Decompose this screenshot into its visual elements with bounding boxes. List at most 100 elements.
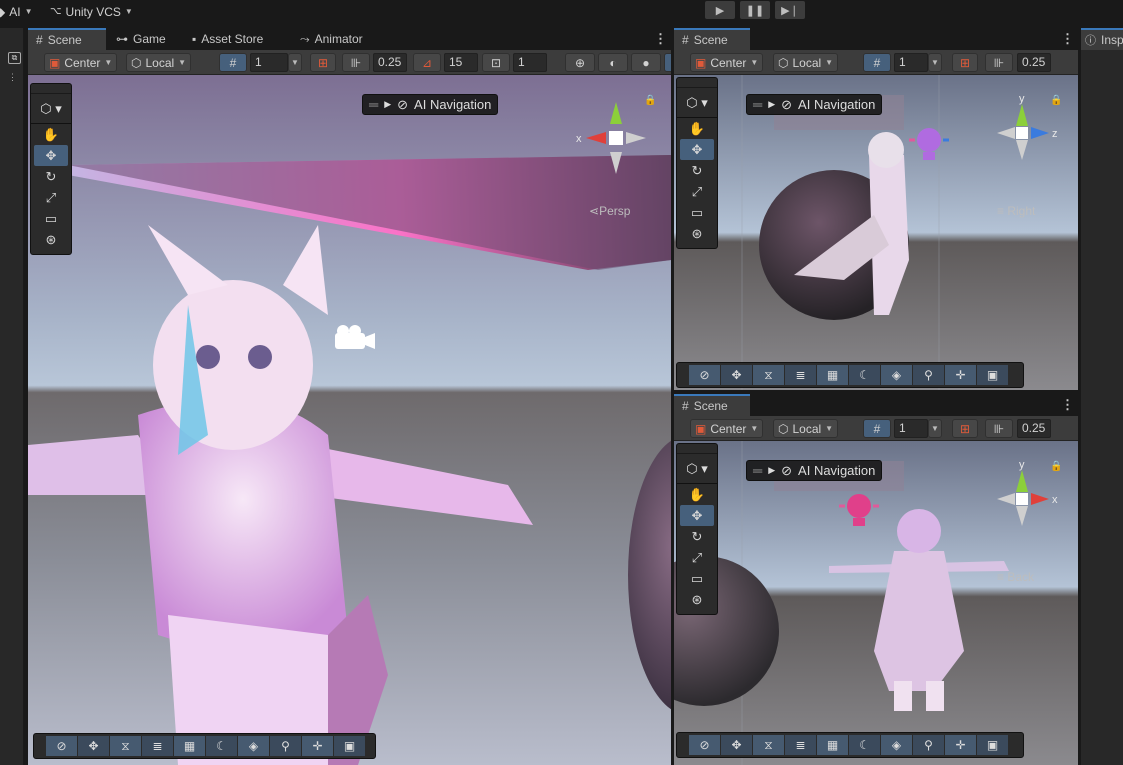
pivot-toggle[interactable]: ✛ — [945, 735, 976, 755]
move-tool[interactable]: ✥ — [680, 505, 714, 526]
rect-tool[interactable]: ▭ — [680, 568, 714, 589]
move-snap-button[interactable]: ⊪ — [342, 53, 370, 72]
grid-visibility-toggle[interactable]: ▦ — [174, 736, 205, 756]
vcs-dropdown[interactable]: ⌥ Unity VCS ▼ — [50, 3, 133, 20]
pivot-toggle[interactable]: ✛ — [302, 736, 333, 756]
shading-toggle[interactable]: ☾ — [206, 736, 237, 756]
move-snap-button[interactable]: ⊪ — [985, 53, 1013, 72]
grid-toggle[interactable]: # — [219, 53, 247, 72]
rect-tool[interactable]: ▭ — [680, 202, 714, 223]
scene-viewport[interactable]: ⬡ ▾ ✋ ✥ ↻ ⤢ ▭ ⊛ ═ ▶ ⊘ AI Navigation x 🔒 … — [28, 75, 671, 765]
grid-size-field[interactable]: 1 — [894, 53, 928, 72]
search-button[interactable]: ⚲ — [913, 735, 944, 755]
projection-label[interactable]: ⋖Persp — [589, 204, 630, 218]
tab-inspector[interactable]: ⓘ Insp — [1081, 28, 1123, 50]
transform-tool[interactable]: ⊛ — [34, 229, 68, 250]
layers-toggle[interactable]: ◈ — [881, 365, 912, 385]
restore-icon[interactable]: ⧉ — [8, 52, 21, 64]
ai-navigation-overlay[interactable]: ═ ▶ ⊘ AI Navigation — [362, 94, 499, 115]
draw-mode-button[interactable]: ⊘ — [689, 735, 720, 755]
tab-asset-store[interactable]: ▪ Asset Store — [184, 28, 271, 50]
hand-tool[interactable]: ✋ — [34, 124, 68, 145]
scene-viewport-back[interactable]: ⬡ ▾ ✋ ✥ ↻ ⤢ ▭ ⊛ ═ ▶ ⊘ AI Navigation y x … — [674, 441, 1078, 765]
draw-mode-button[interactable]: ⊘ — [689, 365, 720, 385]
move-snap-field[interactable]: 0.25 — [373, 53, 407, 72]
rotate-snap-field[interactable]: 15 — [444, 53, 478, 72]
lighting-toggle[interactable]: ≣ — [142, 736, 173, 756]
pivot-rotation-dropdown[interactable]: ⬡ Local ▼ — [126, 53, 192, 72]
rotate-tool[interactable]: ↻ — [680, 526, 714, 547]
overlay-grip[interactable] — [677, 78, 717, 88]
overlay-grip[interactable] — [677, 444, 717, 454]
scale-tool[interactable]: ⤢ — [680, 181, 714, 202]
panel-menu-button[interactable]: ⋮ — [1061, 397, 1074, 413]
snap-toggle[interactable]: ⊞ — [952, 53, 978, 72]
grid-visibility-toggle[interactable]: ▦ — [817, 365, 848, 385]
lock-icon[interactable]: 🔒 — [1050, 95, 1062, 106]
pivot-mode-dropdown[interactable]: ▣ Center ▼ — [44, 53, 118, 72]
layers-toggle[interactable]: ◈ — [881, 735, 912, 755]
tab-game[interactable]: ⊶ Game — [108, 28, 174, 50]
lock-icon[interactable]: 🔒 — [644, 95, 656, 106]
wireframe-shading-button[interactable]: ⊕ — [565, 53, 595, 72]
tool-settings-button[interactable]: ⬡ ▾ — [677, 454, 717, 484]
tab-scene[interactable]: # Scene — [674, 394, 750, 416]
camera-toggle[interactable]: ▣ — [977, 365, 1008, 385]
tool-settings-button[interactable]: ⬡ ▾ — [31, 94, 71, 124]
tool-settings-button[interactable]: ⬡ ▾ — [677, 88, 717, 118]
grid-visibility-toggle[interactable]: ▦ — [817, 735, 848, 755]
play-button[interactable]: ▶ — [705, 1, 735, 19]
shaded-wireframe-button[interactable]: ◐ — [598, 53, 628, 72]
rotate-snap-button[interactable]: ⊿ — [413, 53, 441, 72]
pivot-mode-dropdown[interactable]: ▣ Center ▼ — [690, 419, 764, 438]
move-snap-button[interactable]: ⊪ — [985, 419, 1013, 438]
scale-tool[interactable]: ⤢ — [680, 547, 714, 568]
camera-toggle[interactable]: ▣ — [334, 736, 365, 756]
grid-dropdown[interactable]: ▼ — [928, 53, 942, 72]
orientation-gizmo[interactable]: y x — [989, 460, 1059, 530]
move-snap-field[interactable]: 0.25 — [1017, 53, 1051, 72]
shading-toggle[interactable]: ☾ — [849, 735, 880, 755]
move-tool[interactable]: ✥ — [680, 139, 714, 160]
projection-label[interactable]: ≡ Right — [997, 204, 1035, 218]
pivot-mode-dropdown[interactable]: ▣ Center ▼ — [690, 53, 764, 72]
grid-size-field[interactable]: 1 — [894, 419, 928, 438]
move-gizmo-button[interactable]: ✥ — [78, 736, 109, 756]
tab-scene[interactable]: # Scene — [28, 28, 106, 50]
move-gizmo-button[interactable]: ✥ — [721, 735, 752, 755]
shading-toggle[interactable]: ☾ — [849, 365, 880, 385]
overlay-grip[interactable] — [31, 84, 71, 94]
orientation-gizmo[interactable]: x — [576, 94, 646, 174]
transform-tool[interactable]: ⊛ — [680, 223, 714, 244]
panel-menu-button[interactable]: ⋮ — [1061, 31, 1074, 47]
grid-toggle[interactable]: # — [863, 419, 891, 438]
tab-scene[interactable]: # Scene — [674, 28, 750, 50]
fx-toggle[interactable]: ⧖ — [753, 365, 784, 385]
lock-icon[interactable]: 🔒 — [1050, 461, 1062, 472]
grid-dropdown[interactable]: ▼ — [288, 53, 302, 72]
move-tool[interactable]: ✥ — [34, 145, 68, 166]
lighting-toggle[interactable]: ≣ — [785, 735, 816, 755]
tab-animator[interactable]: ⤳ Animator — [292, 28, 371, 50]
search-button[interactable]: ⚲ — [270, 736, 301, 756]
search-button[interactable]: ⚲ — [913, 365, 944, 385]
hand-tool[interactable]: ✋ — [680, 118, 714, 139]
lighting-toggle[interactable]: ≣ — [785, 365, 816, 385]
account-dropdown[interactable]: ◆ AI ▼ — [0, 3, 33, 20]
projection-label[interactable]: ≡ Back — [997, 570, 1034, 584]
rotate-tool[interactable]: ↻ — [680, 160, 714, 181]
hand-tool[interactable]: ✋ — [680, 484, 714, 505]
camera-toggle[interactable]: ▣ — [977, 735, 1008, 755]
scene-viewport-right[interactable]: ⬡ ▾ ✋ ✥ ↻ ⤢ ▭ ⊛ ═ ▶ ⊘ AI Navigation y z … — [674, 75, 1078, 390]
pivot-rotation-dropdown[interactable]: ⬡ Local ▼ — [773, 419, 839, 438]
grid-dropdown[interactable]: ▼ — [928, 419, 942, 438]
transform-tool[interactable]: ⊛ — [680, 589, 714, 610]
ai-navigation-overlay[interactable]: ═ ▶ ⊘ AI Navigation — [746, 460, 883, 481]
pivot-toggle[interactable]: ✛ — [945, 365, 976, 385]
scale-snap-field[interactable]: 1 — [513, 53, 547, 72]
scale-snap-button[interactable]: ⊡ — [482, 53, 510, 72]
move-snap-field[interactable]: 0.25 — [1017, 419, 1051, 438]
pivot-rotation-dropdown[interactable]: ⬡ Local ▼ — [773, 53, 839, 72]
orientation-gizmo[interactable]: y z — [989, 94, 1059, 164]
draw-mode-button[interactable]: ⊘ — [46, 736, 77, 756]
